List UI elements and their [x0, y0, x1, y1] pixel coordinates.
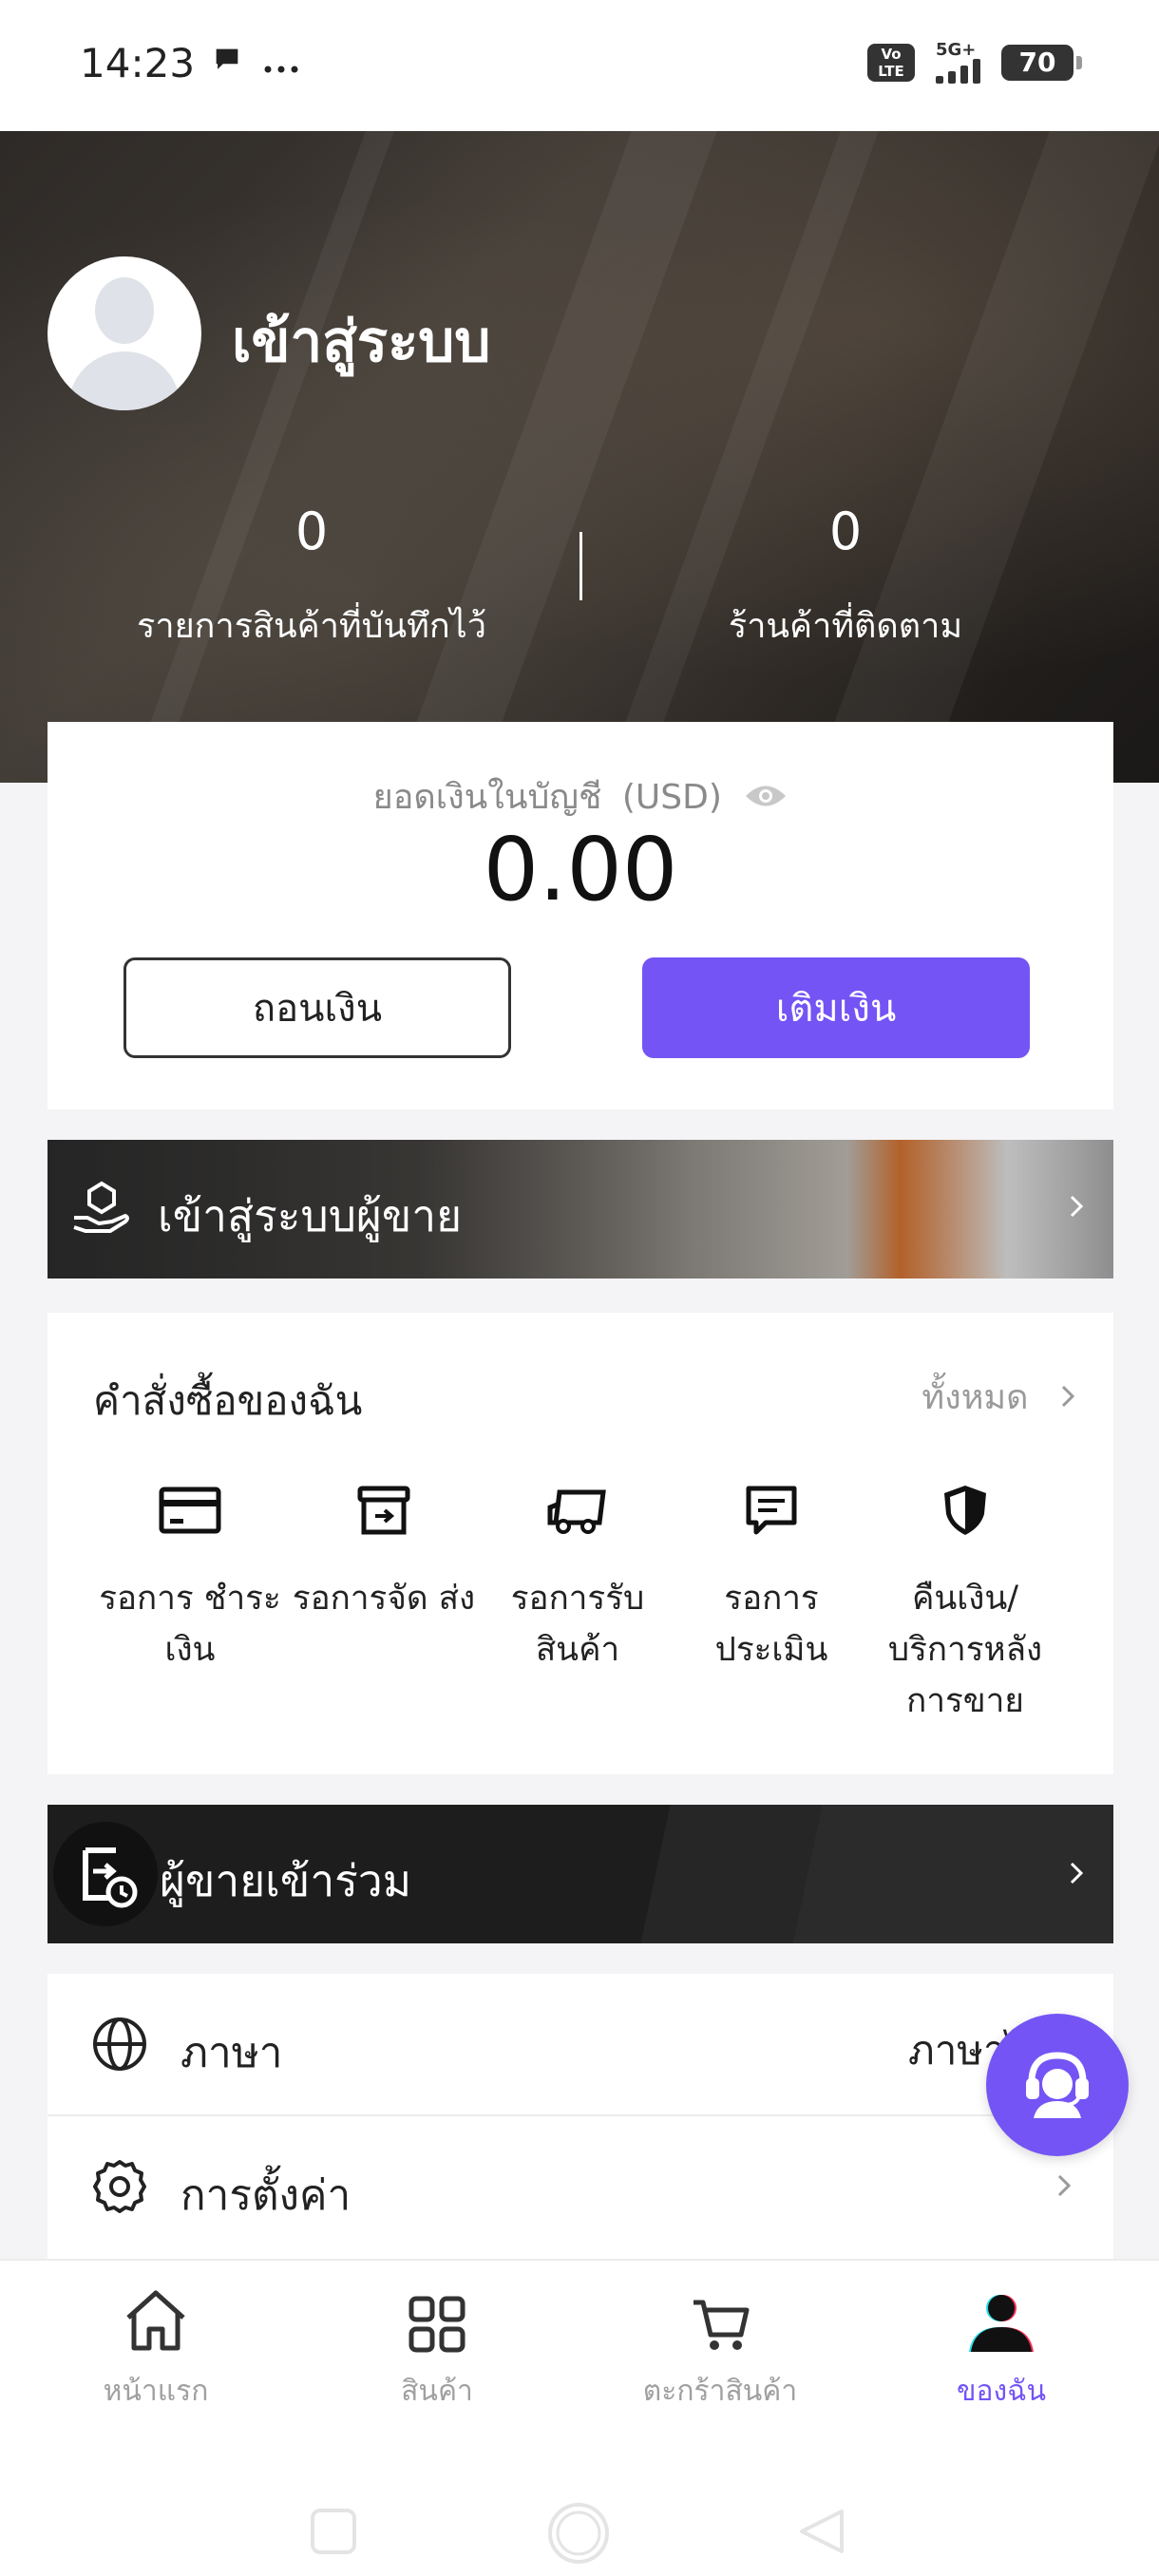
gear-icon — [91, 2158, 148, 2219]
customer-support-button[interactable] — [986, 2014, 1129, 2156]
recent-apps-icon[interactable] — [310, 2508, 357, 2559]
settings-row[interactable]: การตั้งค่า — [48, 2116, 1113, 2257]
system-nav-bar — [0, 2420, 1159, 2576]
network-type: 5G+ — [936, 40, 977, 60]
orders-card: คำสั่งซื้อของฉัน ทั้งหมด รอการ ชำระเงิน … — [48, 1313, 1113, 1774]
withdraw-button[interactable]: ถอนเงิน — [124, 957, 511, 1058]
refund-shield-icon — [870, 1482, 1060, 1539]
headset-agent-icon — [1016, 2042, 1098, 2128]
chat-bubble-icon — [211, 44, 243, 85]
seller-login-banner[interactable]: เข้าสู่ระบบผู้ขาย — [48, 1140, 1113, 1279]
seller-join-banner[interactable]: ผู้ขายเข้าร่วม — [48, 1805, 1113, 1943]
order-status-label: รอการ ชำระเงิน — [99, 1580, 281, 1669]
status-right: Vo LTE 5G+ 70 — [867, 42, 1082, 84]
seller-hand-icon — [70, 1180, 133, 1242]
avatar[interactable] — [48, 256, 201, 410]
home-button-icon[interactable] — [547, 2502, 610, 2568]
nav-profile[interactable]: ของฉัน — [859, 2285, 1144, 2414]
back-icon[interactable] — [796, 2508, 846, 2559]
order-status-label: รอการจัด ส่ง — [292, 1580, 476, 1618]
language-label: ภาษา — [180, 2029, 283, 2077]
profile-header — [0, 131, 1159, 783]
nav-label: ของฉัน — [956, 2375, 1047, 2408]
seller-login-label: เข้าสู่ระบบผู้ขาย — [158, 1190, 463, 1241]
nav-products[interactable]: สินค้า — [294, 2285, 580, 2414]
orders-title: คำสั่งซื้อของฉัน — [93, 1377, 363, 1424]
balance-card: ยอดเงินในบัญชี (USD) 0.00 ถอนเงิน เติมเง… — [48, 722, 1113, 1109]
orders-view-all[interactable]: ทั้งหมด — [922, 1370, 1075, 1424]
chevron-right-icon — [1060, 1378, 1075, 1417]
order-status-pending-receipt[interactable]: รอการรับ สินค้า — [483, 1482, 673, 1676]
order-status-label: คืนเงิน/ บริการหลัง การขาย — [887, 1580, 1043, 1720]
nav-home[interactable]: หน้าแรก — [13, 2285, 298, 2414]
login-link[interactable]: เข้าสู่ระบบ — [232, 296, 490, 387]
orders-all-label: ทั้งหมด — [922, 1378, 1029, 1417]
shipping-box-icon — [289, 1482, 479, 1539]
seller-join-label: ผู้ขายเข้าร่วม — [160, 1855, 412, 1906]
balance-label: ยอดเงินในบัญชี — [372, 778, 602, 817]
order-status-refund[interactable]: คืนเงิน/ บริการหลัง การขาย — [870, 1482, 1060, 1727]
status-left-icons — [211, 44, 300, 85]
eye-icon[interactable] — [744, 780, 788, 819]
order-status-pending-review[interactable]: รอการ ประเมิน — [676, 1482, 866, 1676]
bottom-nav: หน้าแรก สินค้า ตะกร้าสินค้า ของฉัน — [0, 2259, 1159, 2422]
balance-label-row: ยอดเงินในบัญชี (USD) — [48, 769, 1113, 824]
payment-card-icon — [95, 1482, 285, 1539]
nav-label: หน้าแรก — [103, 2375, 209, 2408]
nav-label: สินค้า — [401, 2375, 473, 2408]
settings-card: ภาษา ภาษาไทย การตั้งค่า — [48, 1974, 1113, 2259]
profile-icon — [859, 2285, 1144, 2354]
order-status-label: รอการ ประเมิน — [714, 1580, 828, 1669]
followed-shops-count[interactable]: 0 — [608, 502, 1083, 561]
chevron-right-icon — [1068, 1860, 1085, 1890]
nav-cart[interactable]: ตะกร้าสินค้า — [578, 2285, 863, 2414]
globe-icon — [91, 2016, 148, 2076]
saved-items-count[interactable]: 0 — [74, 502, 549, 561]
order-status-pending-shipment[interactable]: รอการจัด ส่ง — [289, 1482, 479, 1624]
order-status-pending-payment[interactable]: รอการ ชำระเงิน — [95, 1482, 285, 1676]
signal-icon: 5G+ — [936, 42, 980, 84]
settings-label: การตั้งค่า — [180, 2171, 352, 2220]
stats-divider — [580, 532, 582, 600]
volte-badge: Vo LTE — [867, 44, 915, 82]
battery-indicator: 70 — [1001, 45, 1082, 81]
saved-items-label[interactable]: รายการสินค้าที่บันทึกไว้ — [74, 598, 549, 653]
delivery-truck-icon — [483, 1482, 673, 1539]
review-icon — [676, 1482, 866, 1539]
balance-currency: (USD) — [621, 778, 722, 817]
cart-icon — [578, 2285, 863, 2354]
status-time: 14:23 — [80, 40, 196, 86]
balance-amount: 0.00 — [483, 819, 678, 920]
nav-label: ตะกร้าสินค้า — [642, 2375, 798, 2408]
followed-shops-label[interactable]: ร้านค้าที่ติดตาม — [608, 598, 1083, 653]
grid-icon — [294, 2285, 580, 2354]
chevron-right-icon — [1056, 2173, 1072, 2202]
status-bar: 14:23 Vo LTE 5G+ 70 — [0, 0, 1159, 131]
seller-join-icon — [53, 1822, 158, 1926]
more-dots-icon — [262, 46, 300, 84]
language-row[interactable]: ภาษา ภาษาไทย — [48, 1974, 1113, 2114]
order-status-label: รอการรับ สินค้า — [510, 1580, 645, 1669]
deposit-button[interactable]: เติมเงิน — [642, 957, 1030, 1058]
chevron-right-icon — [1068, 1193, 1085, 1223]
home-icon — [13, 2285, 298, 2354]
